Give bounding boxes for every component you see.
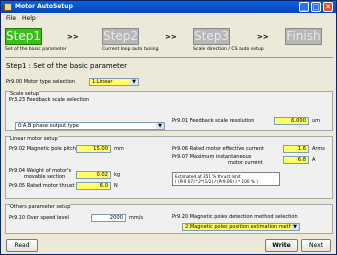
finish-box: Finish (285, 28, 322, 45)
motor-type-select[interactable]: 1:Linear ▼ (89, 78, 139, 86)
rated-thrust-field[interactable]: 6.0 (76, 182, 111, 190)
linear-motor-setup-group: Linear motor setup Pr9.02 Magnetic pole … (5, 136, 333, 199)
app-icon (4, 3, 12, 11)
rated-current-label: Pr9.06 Rated motor effective current (172, 146, 264, 152)
thrust-limit-note: Estimated at 351 % thrust limit ( (Pr9.0… (172, 172, 280, 186)
menu-help[interactable]: Help (22, 15, 36, 22)
weight-value: 0.02 (96, 172, 108, 178)
over-speed-value: 2000 (109, 215, 123, 221)
rated-current-field[interactable]: 1.6 (283, 145, 309, 153)
motor-type-value: 1:Linear (92, 79, 113, 85)
scale-resolution-field[interactable]: 6.000 (274, 117, 309, 125)
divider (5, 57, 333, 58)
scale-selection-value: 0:A,B phase output type (18, 123, 79, 129)
detection-method-value: 2:Magnetic poles position estimation met… (185, 224, 299, 230)
motor-autosetup-window: Motor AutoSetup _ □ ✕ File Help Step1 >>… (0, 0, 337, 255)
rated-thrust-unit: N (114, 183, 118, 189)
max-current-unit: A (312, 157, 316, 163)
scale-resolution-label: Pr9.01 Feedback scale resolution (172, 118, 255, 124)
chevron-down-icon: ▼ (156, 123, 164, 129)
detection-method-select[interactable]: 2:Magnetic poles position estimation met… (182, 223, 300, 231)
rated-current-value: 1.6 (297, 146, 306, 152)
others-title: Others parameter setup (10, 204, 71, 210)
step-arrow: >> (67, 33, 79, 41)
step3-caption: Scale direction / CS auto setup (193, 47, 264, 52)
over-speed-field[interactable]: 2000 (91, 214, 126, 222)
rated-thrust-value: 6.0 (99, 183, 108, 189)
step-arrow: >> (165, 33, 177, 41)
step-indicator: Step1 >> Step2 >> Step3 >> Finish Set of… (5, 26, 333, 56)
weight-label-2: movable section (24, 174, 66, 180)
write-button[interactable]: Write (265, 239, 298, 252)
pole-pitch-value: 15.00 (93, 146, 108, 152)
step3-box: Step3 (193, 28, 230, 45)
weight-unit: kg (114, 172, 121, 178)
page-heading: Step1 : Set of the basic parameter (6, 62, 127, 70)
scale-setup-group: Scale setup Pr3.23 Feedback scale select… (5, 91, 333, 131)
pole-pitch-unit: mm (114, 146, 124, 152)
minimize-button[interactable]: _ (299, 2, 309, 12)
others-parameter-group: Others parameter setup Pr9.10 Over speed… (5, 204, 333, 234)
next-button[interactable]: Next (301, 239, 331, 252)
rated-thrust-label: Pr9.05 Rated motor thrust (9, 183, 75, 189)
step1-caption: Set of the basic parameter (5, 47, 67, 52)
window-title: Motor AutoSetup (15, 3, 73, 10)
step1-box: Step1 (5, 28, 42, 45)
menu-bar: File Help (1, 13, 336, 23)
scale-selection-label: Pr3.23 Feedback scale selection (9, 97, 90, 103)
over-speed-unit: mm/s (129, 215, 144, 221)
read-button[interactable]: Read (6, 239, 38, 252)
scale-resolution-value: 6.000 (291, 118, 306, 124)
step2-caption: Current loop auto tuning (102, 47, 159, 52)
max-current-field[interactable]: 6.8 (283, 156, 309, 164)
title-bar: Motor AutoSetup _ □ ✕ (1, 1, 336, 13)
step2-box: Step2 (102, 28, 139, 45)
motor-type-label: Pr9.00 Motor type selection (6, 79, 75, 85)
max-current-value: 6.8 (297, 157, 306, 163)
weight-field[interactable]: 0.02 (76, 171, 111, 179)
scale-resolution-unit: um (312, 118, 321, 124)
scale-selection-select[interactable]: 0:A,B phase output type ▼ (15, 122, 165, 130)
close-button[interactable]: ✕ (323, 2, 333, 12)
maximize-button[interactable]: □ (311, 2, 321, 12)
menu-file[interactable]: File (6, 15, 16, 22)
thrust-limit-note-line2: ( (Pr9.07)^2*(1/2) / (Pr9.06) ) * 100 % … (175, 179, 258, 184)
chevron-down-icon: ▼ (291, 224, 299, 230)
max-current-label-2: motor current (228, 160, 263, 166)
linear-setup-title: Linear motor setup (10, 136, 58, 142)
step-arrow: >> (257, 33, 269, 41)
rated-current-unit: Arms (312, 146, 325, 152)
pole-pitch-label: Pr9.02 Magnetic pole pitch (9, 146, 76, 152)
over-speed-label: Pr9.10 Over speed level (9, 215, 69, 221)
detection-method-label: Pr9.20 Magnetic poles detection method s… (172, 214, 298, 220)
pole-pitch-field[interactable]: 15.00 (76, 145, 111, 153)
chevron-down-icon: ▼ (130, 79, 138, 85)
